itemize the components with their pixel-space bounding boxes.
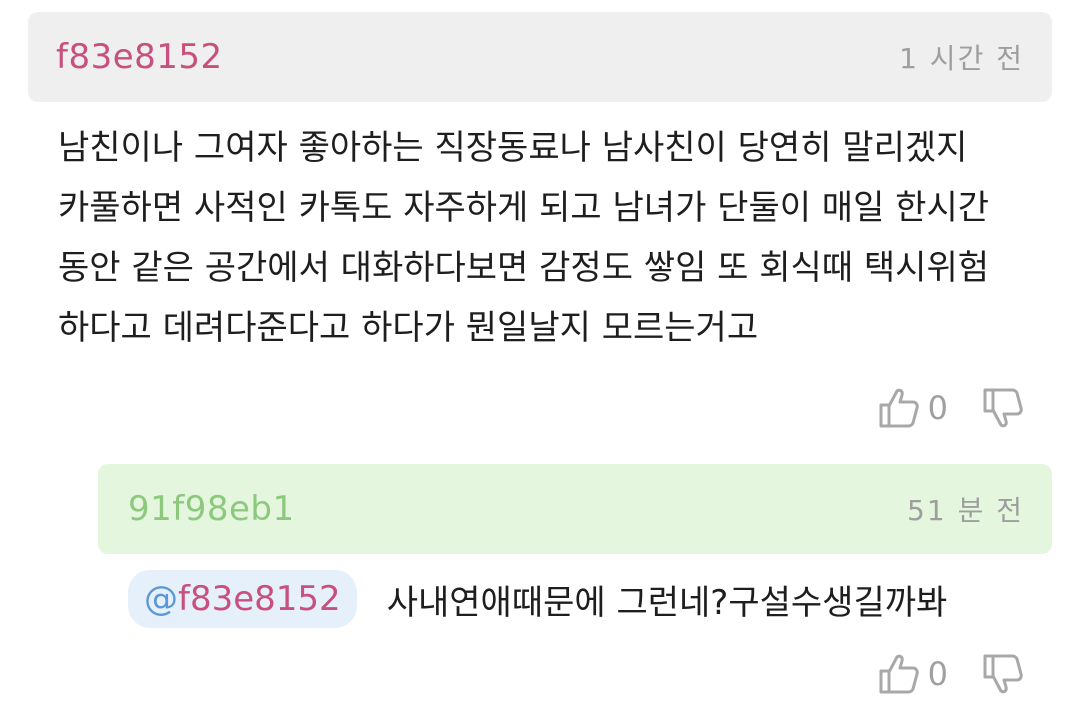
mention-tag[interactable]: @f83e8152 xyxy=(128,570,357,628)
reply-dislike-button[interactable] xyxy=(982,652,1024,696)
thumbs-up-icon xyxy=(878,652,920,696)
comment-author[interactable]: f83e8152 xyxy=(56,37,223,77)
thumbs-down-icon xyxy=(982,386,1024,430)
comment-header: f83e8152 1 시간 전 xyxy=(28,12,1052,102)
comment-vote-bar: 0 xyxy=(878,386,1024,430)
reply-text: 사내연애때문에 그런네?구설수생길까봐 xyxy=(386,582,948,623)
comment-text: 남친이나 그여자 좋아하는 직장동료나 남사친이 당연히 말리겠지 카풀하면 사… xyxy=(58,128,990,348)
thumbs-down-icon xyxy=(982,652,1024,696)
thumbs-up-icon xyxy=(878,386,920,430)
reply-like-count: 0 xyxy=(927,655,948,693)
reply-like-button[interactable]: 0 xyxy=(878,652,982,696)
dislike-button[interactable] xyxy=(982,386,1024,430)
reply-body: @f83e8152 사내연애때문에 그런네?구설수생길까봐 xyxy=(128,570,947,628)
mention-at-symbol: @ xyxy=(144,579,178,619)
mention-username: f83e8152 xyxy=(178,579,341,619)
reply-header: 91f98eb1 51 분 전 xyxy=(98,464,1052,554)
like-button[interactable]: 0 xyxy=(878,386,982,430)
like-count: 0 xyxy=(927,389,948,427)
reply-author[interactable]: 91f98eb1 xyxy=(128,489,295,529)
reply-timestamp: 51 분 전 xyxy=(907,494,1024,527)
comment-thread: f83e8152 1 시간 전 남친이나 그여자 좋아하는 직장동료나 남사친이… xyxy=(0,0,1080,720)
comment-timestamp: 1 시간 전 xyxy=(899,42,1024,75)
reply-vote-bar: 0 xyxy=(878,652,1024,696)
